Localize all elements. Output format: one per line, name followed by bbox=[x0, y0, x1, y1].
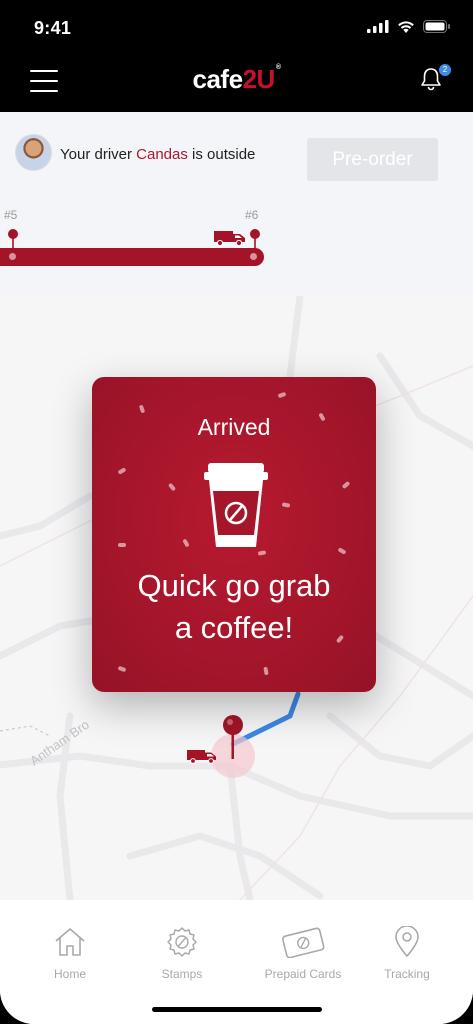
driver-status-text: Your driver Candas is outside bbox=[60, 146, 256, 163]
driver-panel: Your driver Candas is outside Pre-order … bbox=[0, 112, 473, 296]
tab-prepaid-cards[interactable]: Prepaid Cards bbox=[248, 926, 358, 981]
nav-bar: cafe2U® 2 bbox=[0, 56, 473, 112]
coffee-cup-icon bbox=[204, 463, 268, 547]
status-time: 9:41 bbox=[34, 18, 72, 38]
driver-avatar bbox=[15, 134, 52, 171]
next-stop-pin-icon bbox=[250, 229, 260, 250]
notification-badge: 2 bbox=[439, 64, 451, 76]
tab-tracking[interactable]: Tracking bbox=[352, 925, 462, 981]
main-content: Your driver Candas is outside Pre-order … bbox=[0, 112, 473, 1024]
phone-screen: 9:41 cafe2U® 2 Your driver Candas is out… bbox=[0, 0, 473, 1024]
previous-stop-label: #5 bbox=[4, 208, 18, 222]
arrived-title: Arrived bbox=[197, 414, 271, 440]
arrived-card: Arrived Quick go grab a coffee! bbox=[92, 377, 376, 692]
prepaid-card-icon bbox=[281, 927, 325, 959]
van-icon bbox=[214, 231, 245, 246]
notifications-button[interactable]: 2 bbox=[419, 64, 451, 94]
wifi-icon bbox=[398, 21, 414, 33]
location-pin-icon bbox=[395, 925, 419, 957]
status-bar: 9:41 bbox=[0, 0, 473, 56]
stamp-icon bbox=[167, 927, 197, 957]
arrived-message: Quick go grab a coffee! bbox=[137, 568, 331, 645]
home-indicator[interactable] bbox=[152, 1007, 322, 1012]
previous-stop-pin-icon bbox=[8, 229, 18, 250]
tab-stamps[interactable]: Stamps bbox=[127, 926, 237, 981]
cafe2u-logo: cafe2U® bbox=[192, 64, 281, 94]
tab-bar: Home Stamps Prepaid Cards Tracking bbox=[0, 900, 473, 1024]
preorder-button[interactable]: Pre-order bbox=[307, 138, 438, 181]
driver-name: Candas bbox=[136, 146, 188, 163]
home-icon bbox=[55, 928, 85, 956]
battery-icon bbox=[423, 20, 450, 33]
next-stop-label: #6 bbox=[245, 208, 259, 222]
cellular-signal-icon bbox=[367, 20, 389, 33]
tab-home[interactable]: Home bbox=[15, 926, 125, 981]
route-progress-bar bbox=[0, 248, 264, 266]
status-icons bbox=[367, 20, 451, 33]
